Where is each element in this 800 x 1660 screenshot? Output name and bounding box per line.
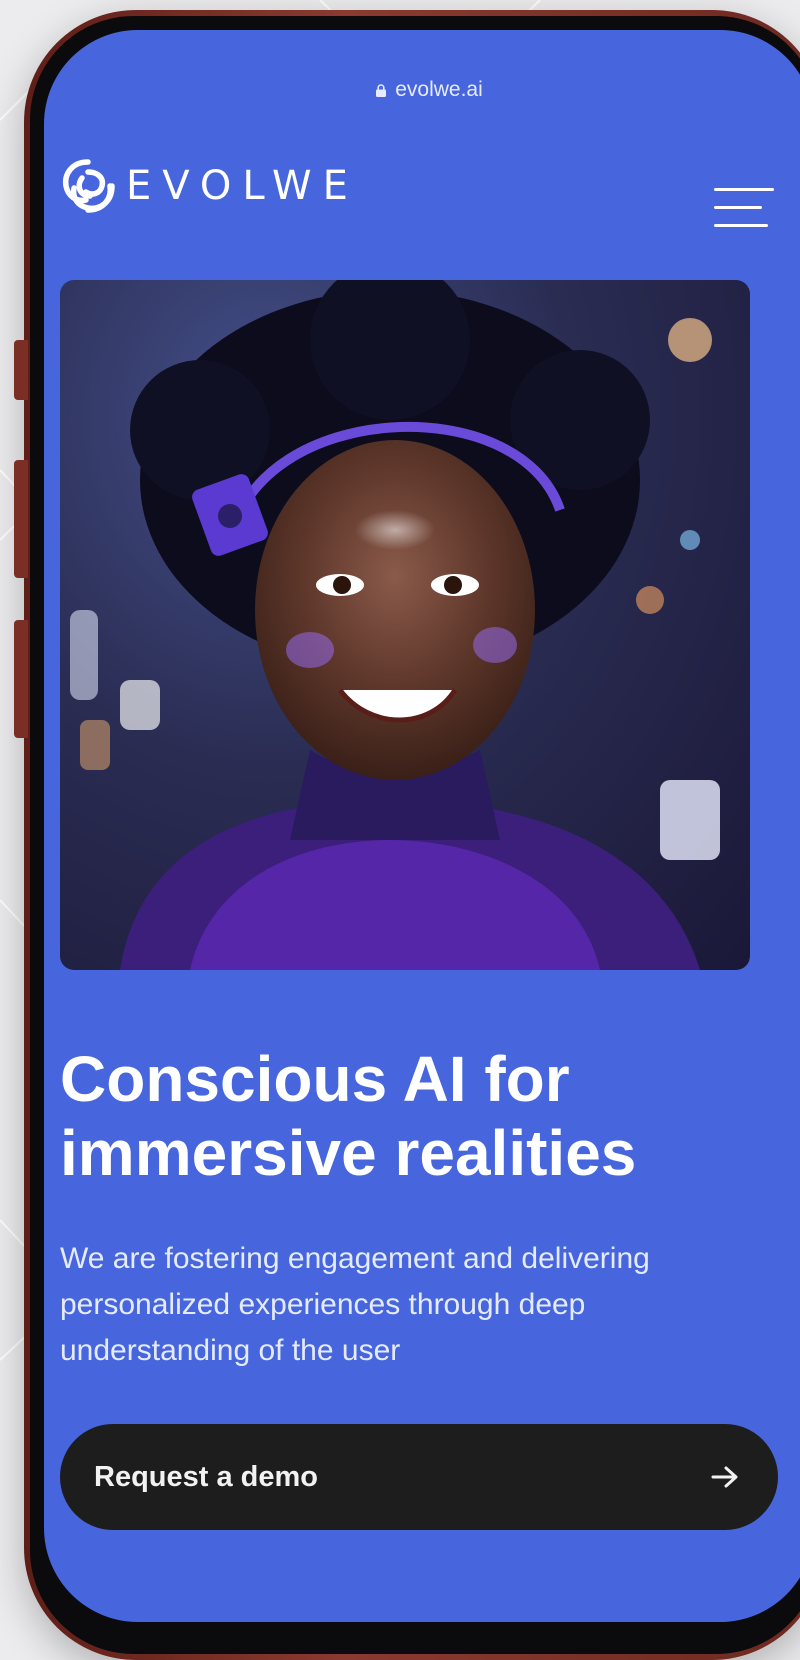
- phone-side-button: [14, 460, 28, 578]
- menu-line: [714, 206, 762, 209]
- menu-line: [714, 224, 768, 227]
- browser-address-bar[interactable]: evolwe.ai: [44, 78, 800, 102]
- phone-side-button: [14, 340, 28, 400]
- url-text: evolwe.ai: [395, 78, 483, 101]
- menu-line: [714, 188, 774, 191]
- page-headline: Conscious AI for immersive realities: [60, 1043, 637, 1189]
- request-demo-label: Request a demo: [94, 1460, 318, 1493]
- swirl-logo-icon: [62, 159, 115, 213]
- hero-illustration: [60, 280, 750, 970]
- hamburger-menu-icon[interactable]: [714, 188, 774, 232]
- phone-side-button: [14, 620, 28, 738]
- logo-wordmark: EVOLWE: [126, 163, 359, 209]
- request-demo-button[interactable]: Request a demo: [60, 1424, 778, 1530]
- brand-logo[interactable]: EVOLWE: [58, 156, 359, 216]
- page-subtext: We are fostering engagement and deliveri…: [60, 1242, 650, 1367]
- arrow-right-icon: [711, 1466, 738, 1488]
- phone-screen: evolwe.ai EVOLWE Conscious AI for immers…: [44, 30, 800, 1622]
- lock-icon: [376, 84, 387, 97]
